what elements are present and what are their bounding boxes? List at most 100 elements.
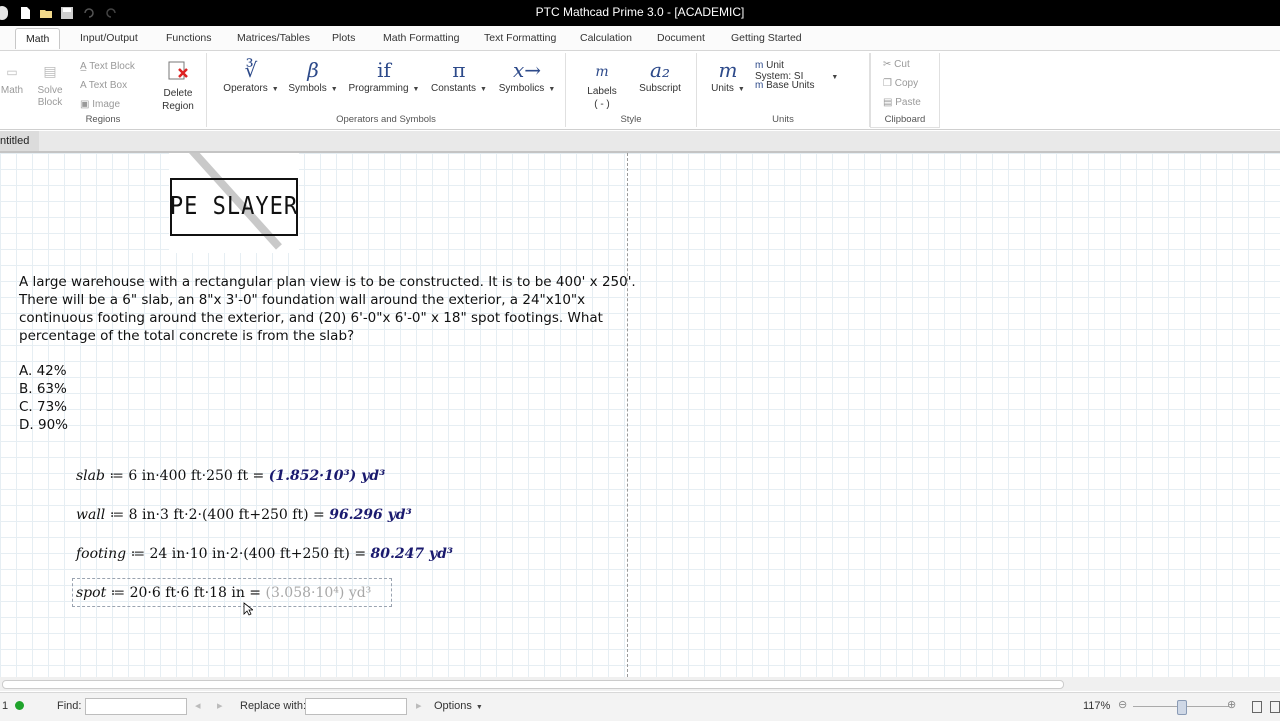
options-label: Options — [434, 700, 472, 712]
math-region-label: Math — [0, 85, 24, 96]
document-tab-bar: ntitled — [0, 131, 1280, 153]
labels-button[interactable]: m Labels ( - ) — [580, 59, 624, 111]
radical-icon: ∛ — [244, 58, 258, 82]
text-box-label: Text Box — [88, 80, 128, 91]
symbolics-label: Symbolics — [498, 83, 545, 94]
text-block-button[interactable]: A̲ Text Block — [80, 61, 135, 72]
options-button[interactable]: Options ▼ — [434, 700, 483, 712]
label-tag-icon: m — [595, 64, 609, 80]
title-bar: PTC Mathcad Prime 3.0 - [ACADEMIC] — [0, 0, 1280, 26]
symbols-button[interactable]: β Symbols ▼ — [285, 57, 341, 94]
operators-button[interactable]: ∛ Operators ▼ — [217, 57, 285, 94]
calculation-status-icon — [15, 701, 24, 710]
draft-view-icon[interactable] — [1270, 701, 1280, 713]
cut-button[interactable]: ✂ Cut — [883, 59, 910, 70]
tab-math[interactable]: Math — [15, 28, 61, 49]
text-box-button[interactable]: A Text Box — [80, 80, 127, 91]
paste-button[interactable]: ▤ Paste — [883, 97, 921, 108]
paste-label: Paste — [895, 97, 921, 108]
replace-input[interactable] — [305, 698, 407, 715]
chevron-down-icon: ▼ — [831, 74, 839, 81]
chevron-down-icon: ▼ — [271, 86, 279, 93]
zoom-out-icon[interactable]: ⊖ — [1118, 698, 1127, 711]
copy-button[interactable]: ❐ Copy — [883, 78, 918, 89]
units-label: Units — [711, 83, 734, 94]
image-button[interactable]: ▣ Image — [80, 99, 120, 110]
unit-system-icon: m — [755, 60, 767, 71]
solve-block-button[interactable]: ▤ Solve Block — [34, 59, 66, 109]
tab-getting-started[interactable]: Getting Started — [731, 32, 802, 44]
symbols-label: Symbols — [288, 83, 327, 94]
choice-item: D. 90% — [19, 417, 68, 433]
base-units-button[interactable]: m Base Units — [755, 80, 814, 91]
replace-arrow-icon[interactable]: ▸ — [416, 699, 422, 712]
copy-label: Copy — [894, 78, 919, 89]
find-input[interactable] — [85, 698, 187, 715]
tab-plots[interactable]: Plots — [332, 32, 355, 44]
pi-icon: π — [452, 58, 466, 82]
expression: 20·6 ft·6 ft·18 in — [129, 585, 245, 601]
math-region-icon: ▭ — [6, 65, 18, 79]
find-next-icon[interactable]: ▸ — [217, 699, 223, 712]
window-title: PTC Mathcad Prime 3.0 - [ACADEMIC] — [535, 5, 745, 19]
programming-label: Programming — [348, 83, 409, 94]
find-previous-icon[interactable]: ◂ — [195, 699, 201, 712]
choice-item: B. 63% — [19, 381, 67, 397]
text-block-label: Text Block — [89, 61, 135, 72]
choice-item: C. 73% — [19, 399, 68, 415]
symbolics-button[interactable]: x→ Symbolics ▼ — [496, 57, 558, 94]
units-group: m Units ▼ m Unit System: SI ▼ m Base Units… — [697, 53, 870, 127]
unit-system-dropdown[interactable]: m Unit System: SI ▼ — [755, 60, 869, 82]
logo-image[interactable]: PE SLAYER — [169, 153, 299, 253]
tab-document[interactable]: Document — [657, 32, 705, 44]
units-button[interactable]: m Units ▼ — [703, 57, 753, 94]
zoom-slider-thumb[interactable] — [1177, 700, 1187, 715]
page-break-line — [627, 153, 628, 677]
worksheet[interactable]: PE SLAYER A large warehouse with a recta… — [0, 153, 1280, 677]
horizontal-scrollbar[interactable] — [0, 677, 1280, 691]
scrollbar-thumb[interactable] — [2, 680, 1064, 689]
solve-block-icon: ▤ — [43, 64, 57, 80]
mouse-cursor-icon — [243, 602, 253, 616]
page-number: 1 — [2, 700, 9, 712]
page-view-icon[interactable] — [1252, 701, 1262, 713]
symbolic-arrow-icon: x→ — [512, 58, 542, 82]
math-region-button[interactable]: ▭ Math — [0, 59, 24, 96]
tab-functions[interactable]: Functions — [166, 32, 212, 44]
problem-line: There will be a 6" slab, an 8"x 3'-0" fo… — [19, 292, 586, 308]
base-units-label: Base Units — [766, 80, 815, 91]
programming-button[interactable]: if Programming ▼ — [346, 57, 422, 94]
choices-text-region[interactable]: A. 42% B. 63% C. 73% D. 90% — [19, 362, 68, 434]
problem-line: A large warehouse with a rectangular pla… — [19, 274, 636, 290]
tab-matrices-tables[interactable]: Matrices/Tables — [237, 32, 310, 44]
result: (3.058·10⁴) yd³ — [265, 585, 372, 601]
expression: 8 in·3 ft·2·(400 ft+250 ft) — [128, 507, 309, 523]
tab-text-formatting[interactable]: Text Formatting — [484, 32, 556, 44]
spot-equation[interactable]: spot ≔ 20·6 ft·6 ft·18 in = (3.058·10⁴) … — [76, 585, 371, 601]
variable-name: spot — [76, 585, 107, 601]
wall-equation[interactable]: wall ≔ 8 in·3 ft·2·(400 ft+250 ft) = 96.… — [76, 507, 412, 523]
operators-group-label: Operators and Symbols — [336, 114, 436, 125]
delete-region-icon — [168, 61, 188, 80]
tab-math-formatting[interactable]: Math Formatting — [383, 32, 459, 44]
delete-region-button[interactable]: Delete Region — [158, 59, 198, 113]
units-icon: m — [718, 58, 738, 82]
chevron-down-icon: ▼ — [475, 704, 483, 711]
constants-button[interactable]: π Constants ▼ — [428, 57, 490, 94]
tab-input-output[interactable]: Input/Output — [80, 32, 138, 44]
problem-line: percentage of the total concrete is from… — [19, 328, 355, 344]
units-group-label: Units — [772, 114, 794, 125]
cut-label: Cut — [894, 59, 910, 70]
document-tab[interactable]: ntitled — [0, 131, 40, 151]
clipboard-group: ✂ Cut ❐ Copy ▤ Paste Clipboard — [870, 53, 940, 128]
zoom-in-icon[interactable]: ⊕ — [1227, 698, 1236, 711]
find-label: Find: — [57, 700, 82, 712]
tab-calculation[interactable]: Calculation — [580, 32, 632, 44]
slab-equation[interactable]: slab ≔ 6 in·400 ft·250 ft = (1.852·10³) … — [76, 468, 385, 484]
problem-text-region[interactable]: A large warehouse with a rectangular pla… — [19, 273, 636, 345]
problem-line: continuous footing around the exterior, … — [19, 310, 603, 326]
operators-symbols-group: ∛ Operators ▼ β Symbols ▼ if Programming ▼ … — [207, 53, 566, 127]
subscript-button[interactable]: a₂ Subscript — [638, 57, 682, 94]
paste-icon: ▤ — [883, 97, 896, 108]
footing-equation[interactable]: footing ≔ 24 in·10 in·2·(400 ft+250 ft) … — [76, 546, 453, 562]
